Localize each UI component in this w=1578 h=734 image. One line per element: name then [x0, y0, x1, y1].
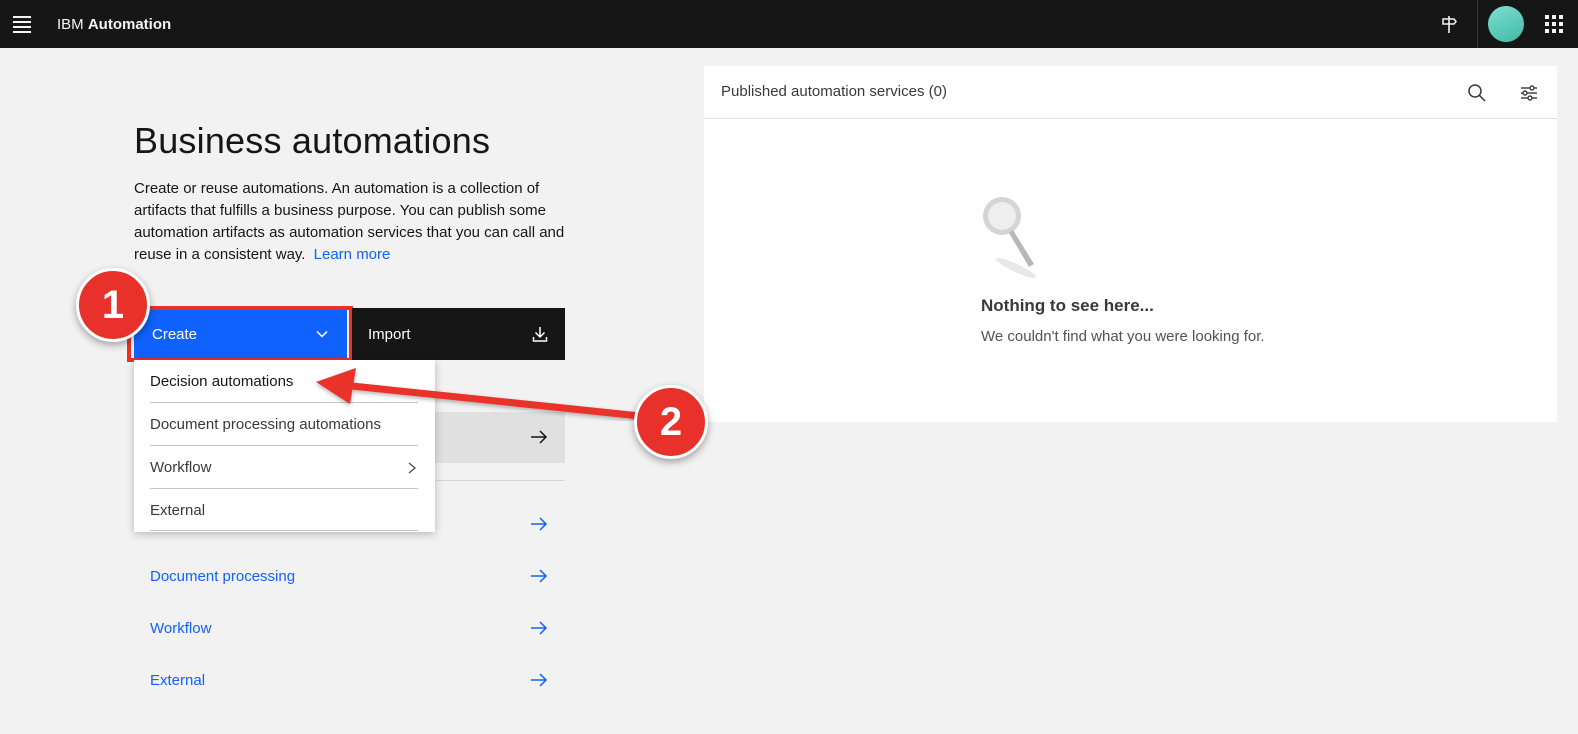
published-services-panel: Published automation services (0) Nothin… [704, 66, 1557, 422]
import-button[interactable]: Import [352, 308, 565, 360]
menu-item-label: Document processing automations [150, 416, 381, 433]
link-label: External [150, 671, 206, 689]
menu-icon[interactable] [0, 0, 44, 48]
brand-prefix: IBM [57, 15, 84, 33]
chevron-down-icon [316, 330, 328, 338]
header-actions [1425, 0, 1578, 48]
signpost-icon[interactable] [1425, 0, 1473, 48]
menu-item-workflow[interactable]: Workflow [150, 446, 418, 489]
arrow-right-icon [531, 673, 548, 687]
link-document-processing[interactable]: Document processing [150, 563, 565, 589]
link-workflow[interactable]: Workflow [150, 615, 565, 641]
step-2-badge: 2 [634, 385, 708, 459]
arrow-right-icon [531, 430, 548, 444]
menu-item-external[interactable]: External [150, 489, 418, 532]
top-header: IBM Automation [0, 0, 1578, 48]
link-external[interactable]: External [150, 667, 565, 693]
link-label: Document processing [150, 567, 296, 585]
brand-name[interactable]: IBM Automation [57, 16, 171, 33]
search-icon[interactable] [1466, 82, 1488, 104]
menu-item-document-processing[interactable]: Document processing automations [150, 403, 418, 446]
arrow-right-icon[interactable] [529, 515, 549, 533]
learn-more-link[interactable]: Learn more [314, 246, 391, 263]
link-label: Workflow [150, 619, 212, 637]
empty-state-title: Nothing to see here... [981, 296, 1154, 315]
app-switcher-icon[interactable] [1530, 0, 1578, 48]
panel-title: Published automation services (0) [721, 83, 947, 100]
panel-header: Published automation services (0) [704, 66, 1557, 119]
create-button-label: Create [152, 325, 198, 343]
create-button[interactable]: Create [134, 308, 347, 360]
header-divider [1477, 0, 1478, 48]
menu-item-label: Workflow [150, 459, 212, 476]
magnifying-glass-icon [983, 197, 1037, 278]
menu-item-decision-automations[interactable]: Decision automations [150, 360, 418, 403]
download-icon [532, 327, 548, 342]
page-description: Create or reuse automations. An automati… [134, 178, 574, 266]
menu-item-label: External [150, 502, 206, 519]
menu-divider [150, 530, 418, 531]
avatar[interactable] [1482, 0, 1530, 48]
step-1-badge: 1 [76, 268, 150, 342]
arrow-right-icon [531, 569, 548, 583]
menu-item-label: Decision automations [150, 373, 294, 390]
settings-adjust-icon[interactable] [1518, 82, 1540, 104]
empty-state-subtitle: We couldn't find what you were looking f… [981, 328, 1265, 345]
create-dropdown-menu: Decision automations Document processing… [134, 360, 435, 532]
arrow-right-icon [531, 621, 548, 635]
chevron-right-icon [408, 461, 417, 474]
brand-product: Automation [87, 15, 172, 33]
page-title: Business automations [134, 120, 491, 161]
import-button-label: Import [368, 325, 411, 343]
